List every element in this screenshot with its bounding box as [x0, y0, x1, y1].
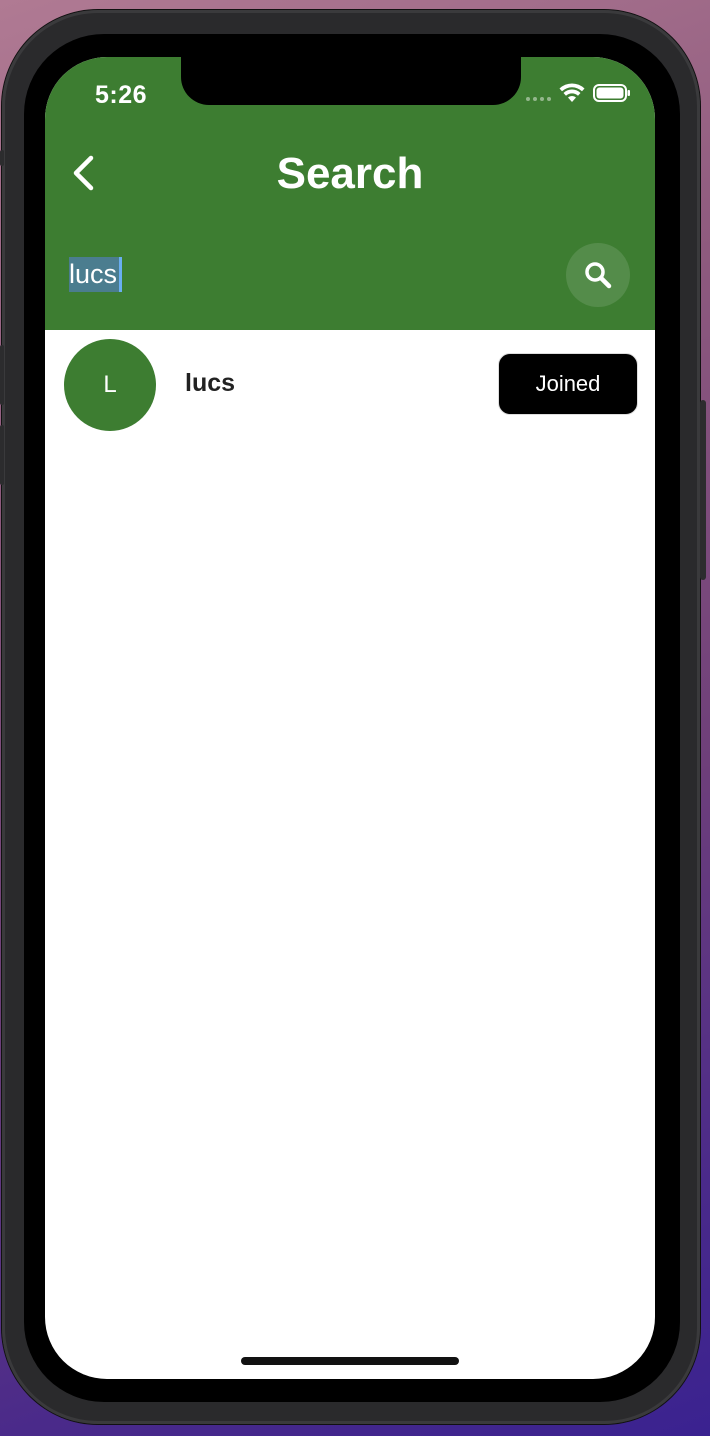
battery-icon: [593, 84, 630, 102]
app-header: 5:26 Search lucs: [45, 57, 655, 330]
cellular-signal-icon: [526, 85, 551, 101]
side-button: [0, 425, 4, 485]
avatar: L: [64, 339, 156, 431]
status-icons: [526, 83, 631, 103]
wifi-icon: [559, 83, 585, 102]
search-input[interactable]: lucs: [69, 257, 123, 292]
notch: [181, 57, 521, 105]
search-button[interactable]: [566, 243, 630, 307]
page-title: Search: [276, 149, 424, 198]
result-name: lucs: [185, 369, 236, 397]
app-screen: 5:26 Search lucs L lucs Joined: [45, 57, 655, 1379]
status-time: 5:26: [95, 81, 148, 109]
list-item[interactable]: L lucs Joined: [45, 337, 655, 433]
home-indicator[interactable]: [241, 1357, 459, 1365]
search-icon: [585, 262, 612, 289]
side-button: [0, 345, 4, 405]
side-button: [700, 400, 706, 580]
joined-button[interactable]: Joined: [498, 353, 638, 415]
side-button: [0, 150, 4, 166]
